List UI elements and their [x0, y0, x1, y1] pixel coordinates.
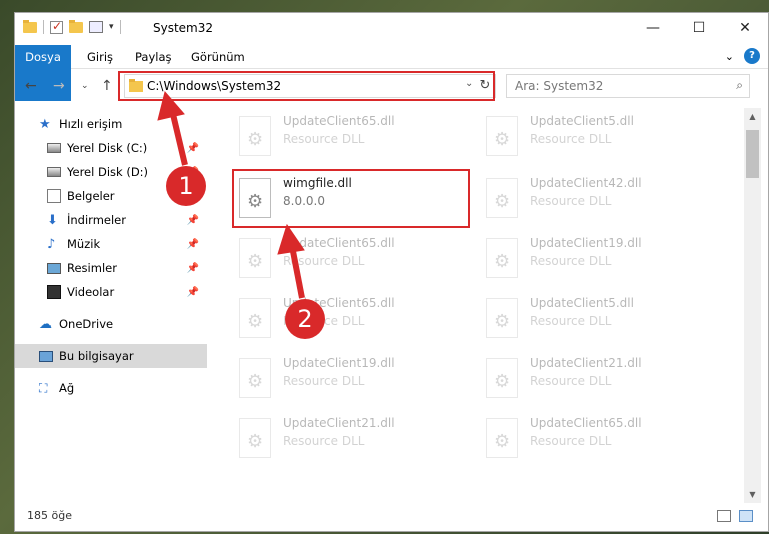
step-1-badge: 1: [166, 166, 206, 206]
step-2-badge: 2: [285, 299, 325, 339]
arrow-2-head: [277, 223, 305, 255]
arrow-1-head: [157, 90, 185, 121]
arrow-1-shaft: [169, 109, 188, 166]
annotation-arrows: [157, 90, 305, 299]
arrow-2-shaft: [289, 245, 305, 299]
